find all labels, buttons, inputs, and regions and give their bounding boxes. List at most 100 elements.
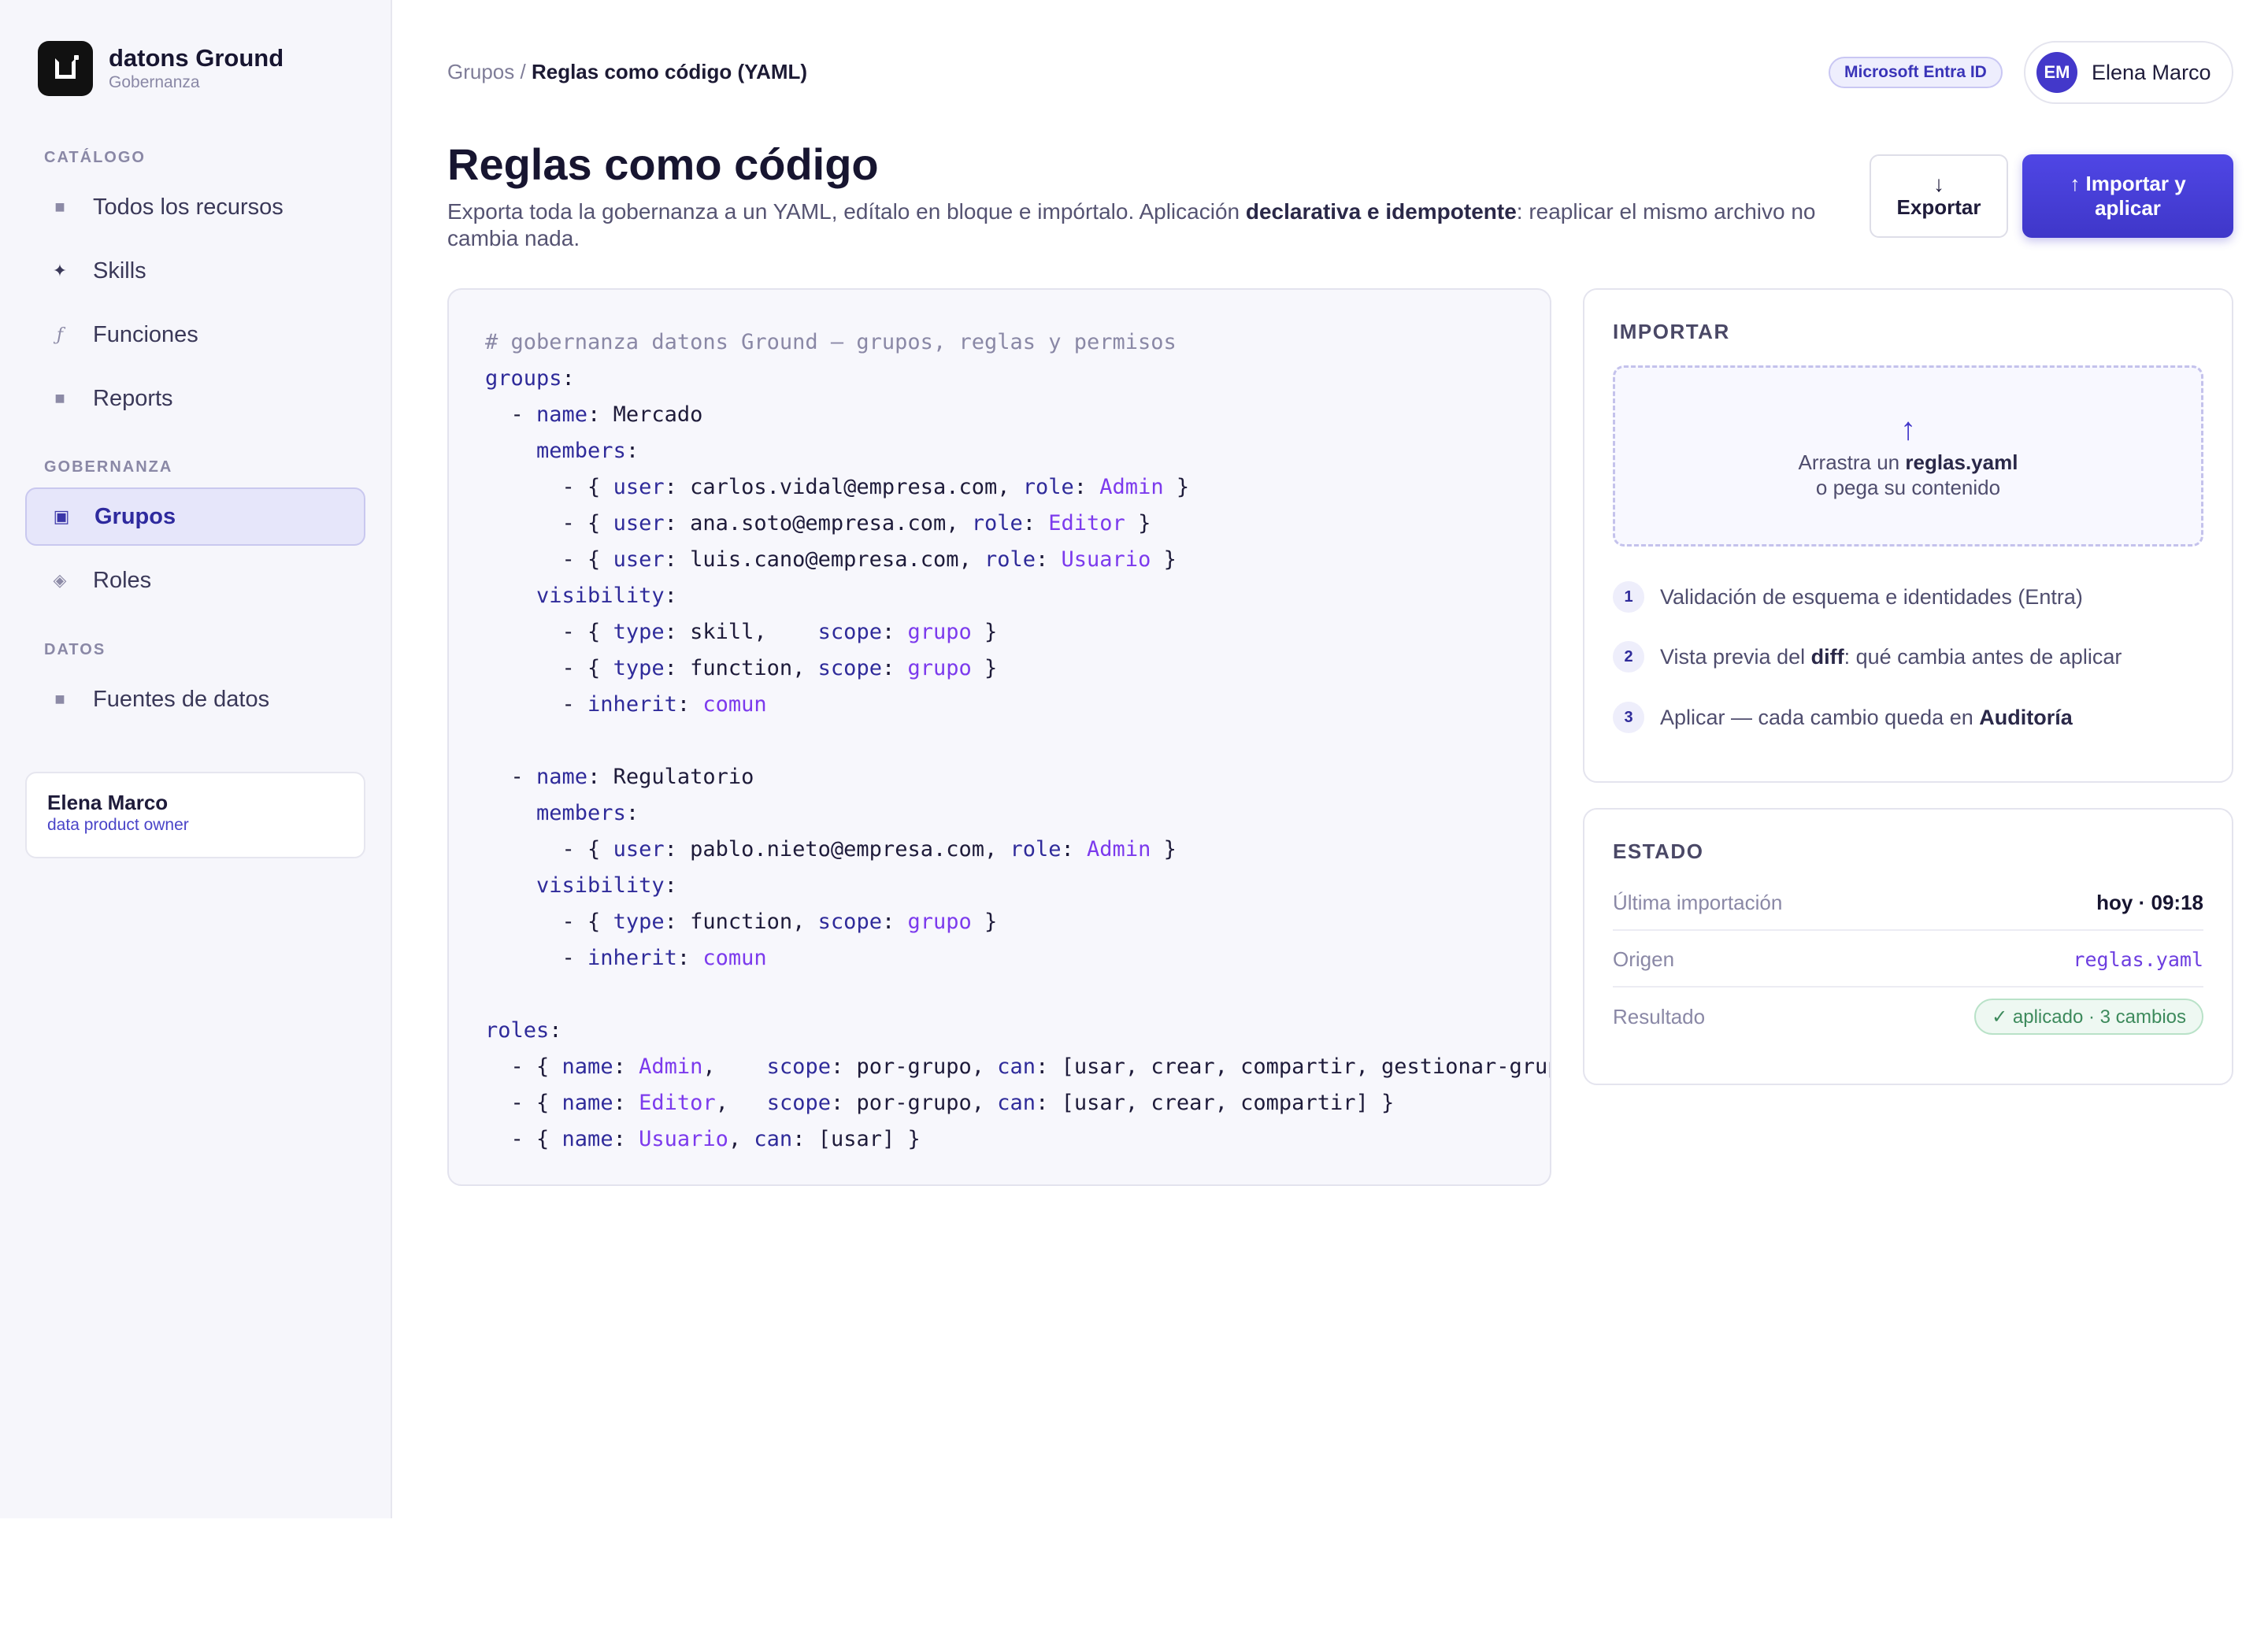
sidebar-item-funciones[interactable]: ƒ Funciones (25, 306, 365, 364)
yaml-key: inherit (587, 692, 677, 717)
section-catalog: CATÁLOGO (44, 149, 146, 166)
yaml-key: scope (817, 656, 882, 680)
breadcrumb-parent-link[interactable]: Grupos (447, 60, 514, 83)
yaml-editor[interactable]: # gobernanza datons Ground — grupos, reg… (447, 288, 1551, 1186)
yaml-text (485, 801, 536, 825)
yaml-key: user (613, 547, 665, 572)
user-menu-name: Elena Marco (2092, 60, 2211, 84)
yaml-text: : (881, 620, 908, 644)
status-label: Origen (1613, 947, 1675, 971)
sidebar-user-role: data product owner (47, 816, 189, 834)
yaml-key: user (613, 837, 665, 862)
step-text-start: Aplicar — cada cambio queda en (1660, 705, 1980, 729)
code-line: - name: Mercado (485, 397, 1550, 433)
user-menu-button[interactable]: EM Elena Marco (2024, 41, 2233, 104)
yaml-text: : (613, 1127, 639, 1151)
yaml-text: : function, (664, 656, 818, 680)
yaml-key: name (561, 1091, 613, 1115)
section-data: DATOS (44, 641, 106, 658)
yaml-text: : (676, 946, 703, 970)
status-row-last-import: Última importación hoy · 09:18 (1613, 876, 2203, 931)
dropzone-text: Arrastra un (1798, 450, 1906, 474)
yaml-text: : pablo.nieto@empresa.com, (664, 837, 1010, 862)
yaml-text: : carlos.vidal@empresa.com, (664, 475, 1023, 499)
sidebar-user-card[interactable]: Elena Marco data product owner (25, 772, 365, 858)
step-number: 3 (1613, 702, 1644, 733)
import-apply-button[interactable]: ↑ Importar y aplicar (2022, 154, 2233, 238)
code-line: - inherit: comun (485, 940, 1550, 976)
database-square-icon: ■ (54, 689, 65, 709)
step-text: Aplicar — cada cambio queda en Auditoría (1660, 706, 2073, 730)
code-line: visibility: (485, 578, 1550, 614)
import-card-title: IMPORTAR (1613, 320, 1730, 343)
yaml-text: : (1061, 837, 1088, 862)
code-line: - { name: Usuario, can: [usar] } (485, 1121, 1550, 1158)
yaml-text: : [usar, crear, compartir, gestionar-gru… (1036, 1054, 1550, 1079)
export-button-label: Exportar (1896, 195, 1981, 219)
yaml-text: - (485, 402, 537, 427)
yaml-key: members (536, 801, 626, 825)
code-line: # gobernanza datons Ground — grupos, reg… (485, 324, 1550, 361)
sidebar-item-fuentes-de-datos[interactable]: ■ Fuentes de datos (25, 670, 365, 728)
yaml-text: : (1022, 511, 1049, 536)
yaml-text: , (715, 1091, 728, 1115)
yaml-comment: # gobernanza datons Ground — grupos, reg… (485, 330, 1177, 354)
yaml-value: grupo (907, 656, 972, 680)
yaml-text: - { (485, 620, 613, 644)
sidebar-item-label: Funciones (93, 321, 198, 347)
yaml-text: - { (485, 1127, 562, 1151)
sidebar-item-reports[interactable]: ■ Reports (25, 369, 365, 428)
yaml-text: } (1163, 475, 1190, 499)
yaml-value: Admin (639, 1054, 703, 1079)
yaml-key: scope (817, 910, 882, 934)
sidebar-item-todos-los-recursos[interactable]: ■ Todos los recursos (25, 178, 365, 236)
brand[interactable]: datons Ground Gobernanza (38, 41, 284, 96)
yaml-key: scope (817, 620, 882, 644)
yaml-text: - (485, 765, 537, 789)
sidebar-item-label: Skills (93, 258, 146, 284)
yaml-key: groups (485, 366, 562, 391)
yaml-text: - { (485, 837, 613, 862)
sidebar-item-skills[interactable]: ✦ Skills (25, 242, 365, 300)
yaml-code: # gobernanza datons Ground — grupos, reg… (485, 324, 1550, 1158)
yaml-text: : (561, 366, 575, 391)
report-square-icon: ■ (54, 388, 65, 408)
yaml-text: : [usar, crear, compartir] } (1036, 1091, 1395, 1115)
dropzone-line-1: Arrastra un reglas.yaml (1799, 450, 2018, 475)
yaml-text: : (549, 1018, 562, 1043)
status-origin-file-link[interactable]: reglas.yaml (2073, 948, 2203, 971)
import-apply-button-label: ↑ Importar y aplicar (2070, 172, 2186, 220)
code-line: - { user: ana.soto@empresa.com, role: Ed… (485, 506, 1550, 542)
yaml-key: roles (485, 1018, 550, 1043)
yaml-text: : (625, 801, 639, 825)
breadcrumb: Grupos / Reglas como código (YAML) (447, 60, 807, 84)
yaml-text: : function, (664, 910, 818, 934)
status-row-result: Resultado ✓ aplicado · 3 cambios (1613, 989, 2203, 1044)
yaml-text: - { (485, 547, 613, 572)
yaml-key: role (1010, 837, 1062, 862)
import-card: IMPORTAR ↑ Arrastra un reglas.yaml o peg… (1583, 288, 2233, 783)
step-text-start: Vista previa del (1660, 644, 1811, 669)
description-emphasis: declarativa e idempotente (1245, 199, 1517, 224)
yaml-text: - { (485, 656, 613, 680)
yaml-text (728, 1091, 767, 1115)
step-number: 1 (1613, 581, 1644, 613)
brand-name: datons Ground (109, 44, 284, 72)
upload-arrow-icon: ↑ (1900, 412, 1916, 447)
yaml-dropzone[interactable]: ↑ Arrastra un reglas.yaml o pega su cont… (1613, 365, 2203, 547)
export-button[interactable]: ↓ Exportar (1870, 154, 2008, 238)
yaml-text: } (971, 620, 998, 644)
code-line: - { type: skill, scope: grupo } (485, 614, 1550, 650)
yaml-text: , (702, 1054, 716, 1079)
yaml-key: scope (766, 1091, 831, 1115)
import-step-1: 1 Validación de esquema e identidades (E… (1613, 581, 2083, 613)
yaml-text: } (1151, 547, 1177, 572)
sparkle-icon: ✦ (52, 261, 68, 280)
brand-logo-icon (38, 41, 93, 96)
yaml-value: Usuario (1061, 547, 1151, 572)
group-square-icon: ▣ (53, 506, 70, 526)
yaml-value: grupo (907, 910, 972, 934)
sidebar-item-roles[interactable]: ◈ Roles (25, 551, 365, 610)
sidebar-item-grupos[interactable]: ▣ Grupos (25, 487, 365, 546)
